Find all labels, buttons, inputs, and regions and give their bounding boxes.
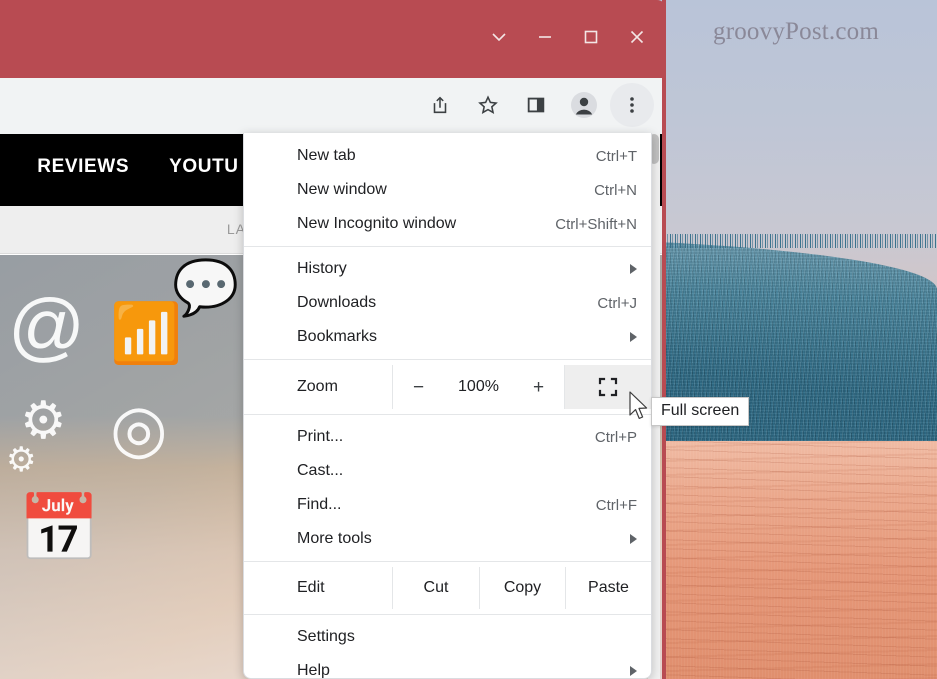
- chevron-right-icon: [630, 264, 637, 274]
- menu-item-label: New window: [297, 181, 387, 198]
- menu-item-label: Downloads: [297, 294, 377, 311]
- zoom-label: Zoom: [297, 378, 338, 395]
- menu-separator: [244, 414, 651, 415]
- three-dots-icon[interactable]: [610, 83, 654, 127]
- menu-separator: [244, 246, 651, 247]
- menu-zoom-row: Zoom − 100% +: [244, 365, 651, 409]
- chevron-right-icon: [630, 332, 637, 342]
- menu-item-label: More tools: [297, 530, 372, 547]
- share-icon[interactable]: [418, 83, 462, 127]
- zoom-out-button[interactable]: −: [408, 378, 430, 397]
- chrome-main-menu: New tab Ctrl+T New window Ctrl+N New Inc…: [243, 133, 652, 679]
- menu-separator: [244, 359, 651, 360]
- chevron-down-icon[interactable]: [476, 14, 522, 60]
- cut-button[interactable]: Cut: [392, 567, 479, 609]
- chevron-right-icon: [630, 666, 637, 676]
- menu-item-accel: Ctrl+J: [597, 294, 637, 312]
- address-bar[interactable]: [0, 86, 420, 124]
- fullscreen-tooltip: Full screen: [651, 397, 750, 426]
- mouse-cursor: [628, 391, 650, 425]
- menu-item-accel: Ctrl+N: [594, 181, 637, 199]
- menu-item-find[interactable]: Find... Ctrl+F: [244, 488, 651, 522]
- menu-item-label: Help: [297, 662, 330, 679]
- menu-item-new-window[interactable]: New window Ctrl+N: [244, 173, 651, 207]
- location-pin-icon: ◎: [110, 391, 168, 465]
- minimize-icon[interactable]: [522, 14, 568, 60]
- menu-item-help[interactable]: Help: [244, 654, 651, 679]
- menu-item-label: New Incognito window: [297, 215, 457, 232]
- menu-item-label: Find...: [297, 496, 342, 513]
- menu-item-new-incognito-window[interactable]: New Incognito window Ctrl+Shift+N: [244, 207, 651, 241]
- copy-button[interactable]: Copy: [479, 567, 565, 609]
- close-icon[interactable]: [614, 14, 660, 60]
- chevron-right-icon: [630, 534, 637, 544]
- browser-titlebar: [0, 0, 666, 78]
- at-sign-icon: @: [8, 284, 86, 369]
- star-icon[interactable]: [466, 83, 510, 127]
- gear-small-icon: ⚙: [6, 441, 37, 479]
- menu-item-accel: Ctrl+P: [594, 428, 637, 446]
- menu-item-new-tab[interactable]: New tab Ctrl+T: [244, 139, 651, 173]
- toolbar-icon-group: [418, 83, 654, 127]
- zoom-level-value: 100%: [458, 378, 499, 395]
- zoom-controls: − 100% +: [392, 365, 565, 409]
- menu-separator: [244, 614, 651, 615]
- watermark-text: groovyPost.com: [713, 18, 879, 45]
- menu-item-downloads[interactable]: Downloads Ctrl+J: [244, 286, 651, 320]
- window-controls: [476, 14, 660, 60]
- calendar-icon: 📅: [18, 491, 101, 565]
- side-panel-icon[interactable]: [514, 83, 558, 127]
- menu-item-history[interactable]: History: [244, 252, 651, 286]
- menu-edit-row: Edit Cut Copy Paste: [244, 567, 651, 609]
- menu-item-accel: Ctrl+T: [595, 147, 637, 165]
- menu-item-label: Cast...: [297, 462, 344, 479]
- menu-item-more-tools[interactable]: More tools: [244, 522, 651, 556]
- menu-item-label: Bookmarks: [297, 328, 378, 345]
- speech-bubble-icon: 💬: [172, 258, 240, 318]
- menu-item-bookmarks[interactable]: Bookmarks: [244, 320, 651, 354]
- menu-item-accel: Ctrl+Shift+N: [555, 215, 637, 233]
- maximize-icon[interactable]: [568, 14, 614, 60]
- menu-item-label: History: [297, 260, 347, 277]
- menu-item-label: Print...: [297, 428, 344, 445]
- site-nav-items: S REVIEWS YOUTU: [0, 156, 239, 178]
- menu-item-label: Settings: [297, 628, 355, 645]
- zoom-in-button[interactable]: +: [528, 378, 550, 397]
- menu-separator: [244, 561, 651, 562]
- paste-button[interactable]: Paste: [565, 567, 651, 609]
- menu-item-settings[interactable]: Settings: [244, 620, 651, 654]
- menu-item-accel: Ctrl+F: [595, 496, 637, 514]
- site-nav-item-reviews[interactable]: REVIEWS: [37, 156, 129, 178]
- menu-item-cast[interactable]: Cast...: [244, 454, 651, 488]
- menu-item-label: New tab: [297, 147, 356, 164]
- browser-toolbar: [0, 78, 666, 134]
- profile-avatar-icon[interactable]: [562, 83, 606, 127]
- window-right-edge: [662, 0, 666, 679]
- gear-icon: ⚙: [20, 392, 67, 450]
- site-nav-item-youtube[interactable]: YOUTU: [169, 156, 239, 178]
- menu-item-print[interactable]: Print... Ctrl+P: [244, 420, 651, 454]
- edit-label: Edit: [297, 579, 325, 596]
- screen: groovyPost.com REVIEWS YOUTU LA @ 📶 💬 ⚙ …: [0, 0, 937, 679]
